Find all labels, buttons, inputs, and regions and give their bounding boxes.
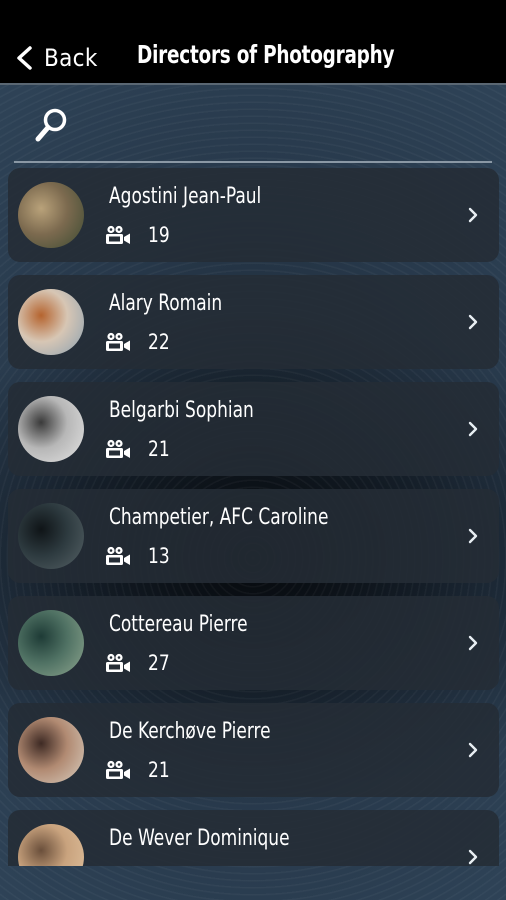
list-item[interactable]: Cottereau Pierre 27 xyxy=(8,596,499,690)
film-count-value: 22 xyxy=(148,330,170,354)
list-item[interactable]: De Kerchøve Pierre 21 xyxy=(8,703,499,797)
avatar xyxy=(18,396,84,462)
director-name: De Wever Dominique xyxy=(109,826,290,851)
list-item[interactable]: Alary Romain 22 xyxy=(8,275,499,369)
page-title: Directors of Photography xyxy=(137,40,395,69)
director-name: Cottereau Pierre xyxy=(109,612,248,637)
avatar xyxy=(18,503,84,569)
list-item[interactable]: Champetier, AFC Caroline 13 xyxy=(8,489,499,583)
camera-icon xyxy=(106,439,130,458)
avatar xyxy=(18,289,84,355)
chevron-right-icon xyxy=(468,742,478,758)
film-count: 27 xyxy=(105,650,172,676)
list-item[interactable]: De Wever Dominique 17 xyxy=(8,810,499,866)
back-button[interactable]: Back xyxy=(14,38,98,78)
chevron-right-icon xyxy=(468,421,478,437)
chevron-left-icon xyxy=(17,46,32,70)
top-bar: Back Directors of Photography xyxy=(0,0,506,85)
chevron-right-icon xyxy=(468,528,478,544)
film-count: 21 xyxy=(105,757,172,783)
camera-icon xyxy=(106,225,130,244)
camera-icon xyxy=(106,653,130,672)
search-icon[interactable] xyxy=(34,106,70,146)
film-count-value: 27 xyxy=(148,651,170,675)
avatar xyxy=(18,610,84,676)
film-count-value: 13 xyxy=(148,544,170,568)
list-item[interactable]: Agostini Jean-Paul 19 xyxy=(8,168,499,262)
director-name: Alary Romain xyxy=(109,291,223,316)
film-count: 17 xyxy=(105,864,172,866)
screen: Back Directors of Photography Agostini J… xyxy=(0,0,506,900)
back-label: Back xyxy=(44,44,98,72)
list-item[interactable]: Belgarbi Sophian 21 xyxy=(8,382,499,476)
film-count-value: 21 xyxy=(148,437,170,461)
search-bar xyxy=(0,88,506,162)
film-count: 22 xyxy=(105,329,172,355)
avatar xyxy=(18,182,84,248)
film-count-value: 19 xyxy=(148,223,170,247)
film-count: 19 xyxy=(105,222,172,248)
director-name: De Kerchøve Pierre xyxy=(109,719,271,744)
film-count: 13 xyxy=(105,543,172,569)
camera-icon xyxy=(106,546,130,565)
director-name: Agostini Jean-Paul xyxy=(109,184,262,209)
chevron-right-icon xyxy=(468,314,478,330)
avatar xyxy=(18,824,84,866)
camera-icon xyxy=(106,760,130,779)
chevron-right-icon xyxy=(468,849,478,865)
chevron-right-icon xyxy=(468,207,478,223)
director-name: Belgarbi Sophian xyxy=(109,398,254,423)
director-name: Champetier, AFC Caroline xyxy=(109,505,329,530)
directors-list: Agostini Jean-Paul 19 Alary Romain 22 Belgar… xyxy=(0,168,506,866)
camera-icon xyxy=(106,332,130,351)
film-count-value: 17 xyxy=(148,865,170,866)
avatar xyxy=(18,717,84,783)
film-count: 21 xyxy=(105,436,172,462)
chevron-right-icon xyxy=(468,635,478,651)
search-divider xyxy=(14,161,492,163)
film-count-value: 21 xyxy=(148,758,170,782)
